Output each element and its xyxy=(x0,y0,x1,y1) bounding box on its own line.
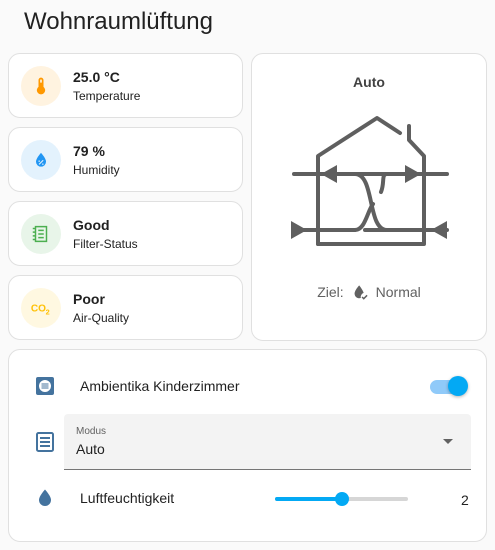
target-row: Ziel: Normal xyxy=(252,282,486,302)
temperature-tile[interactable]: 25.0 °C Temperature xyxy=(8,53,243,118)
modus-select[interactable]: Modus Auto xyxy=(64,414,471,470)
thermometer-icon xyxy=(21,65,61,106)
target-label: Ziel: xyxy=(317,284,344,300)
select-label: Modus xyxy=(76,426,107,437)
air-quality-value: Poor xyxy=(73,290,105,307)
form-dropdown-icon xyxy=(33,430,57,459)
ventilation-card[interactable]: Auto Ziel: Normal xyxy=(251,53,487,341)
air-quality-tile[interactable]: CO 2 Poor Air-Quality xyxy=(8,275,243,340)
water-percent-icon xyxy=(21,139,61,180)
ambientika-toggle[interactable] xyxy=(428,376,468,396)
target-value: Normal xyxy=(375,284,421,300)
fan-mode: Auto xyxy=(353,74,385,90)
slider-fill xyxy=(275,497,342,501)
water-icon xyxy=(33,486,57,515)
temperature-value: 25.0 °C xyxy=(73,68,120,85)
svg-text:2: 2 xyxy=(46,307,50,316)
entities-card: Ambientika Kinderzimmer Modus Auto Luftf… xyxy=(8,349,487,542)
air-quality-label: Air-Quality xyxy=(73,310,130,325)
fan-icon xyxy=(33,374,57,403)
molecule-co2-icon: CO 2 xyxy=(21,287,61,328)
filter-status-label: Filter-Status xyxy=(73,236,138,251)
humidity-slider[interactable] xyxy=(275,491,408,507)
slider-label: Luftfeuchtigkeit xyxy=(80,490,175,506)
humidity-value: 79 % xyxy=(73,142,105,159)
heat-recovery-ventilation-icon xyxy=(291,116,449,246)
slider-value: 2 xyxy=(461,492,469,508)
water-check-icon xyxy=(354,285,368,300)
select-value: Auto xyxy=(76,441,105,457)
page-title: Wohnraumlüftung xyxy=(24,8,213,35)
switch-label: Ambientika Kinderzimmer xyxy=(80,378,240,394)
air-filter-icon xyxy=(21,213,61,254)
filter-status-value: Good xyxy=(73,216,110,233)
temperature-label: Temperature xyxy=(73,88,141,103)
chevron-down-icon xyxy=(443,439,453,444)
toggle-knob xyxy=(448,376,468,396)
humidity-tile[interactable]: 79 % Humidity xyxy=(8,127,243,192)
humidity-label: Humidity xyxy=(73,162,120,177)
filter-status-tile[interactable]: Good Filter-Status xyxy=(8,201,243,266)
svg-text:CO: CO xyxy=(31,303,46,314)
slider-thumb[interactable] xyxy=(334,492,349,506)
